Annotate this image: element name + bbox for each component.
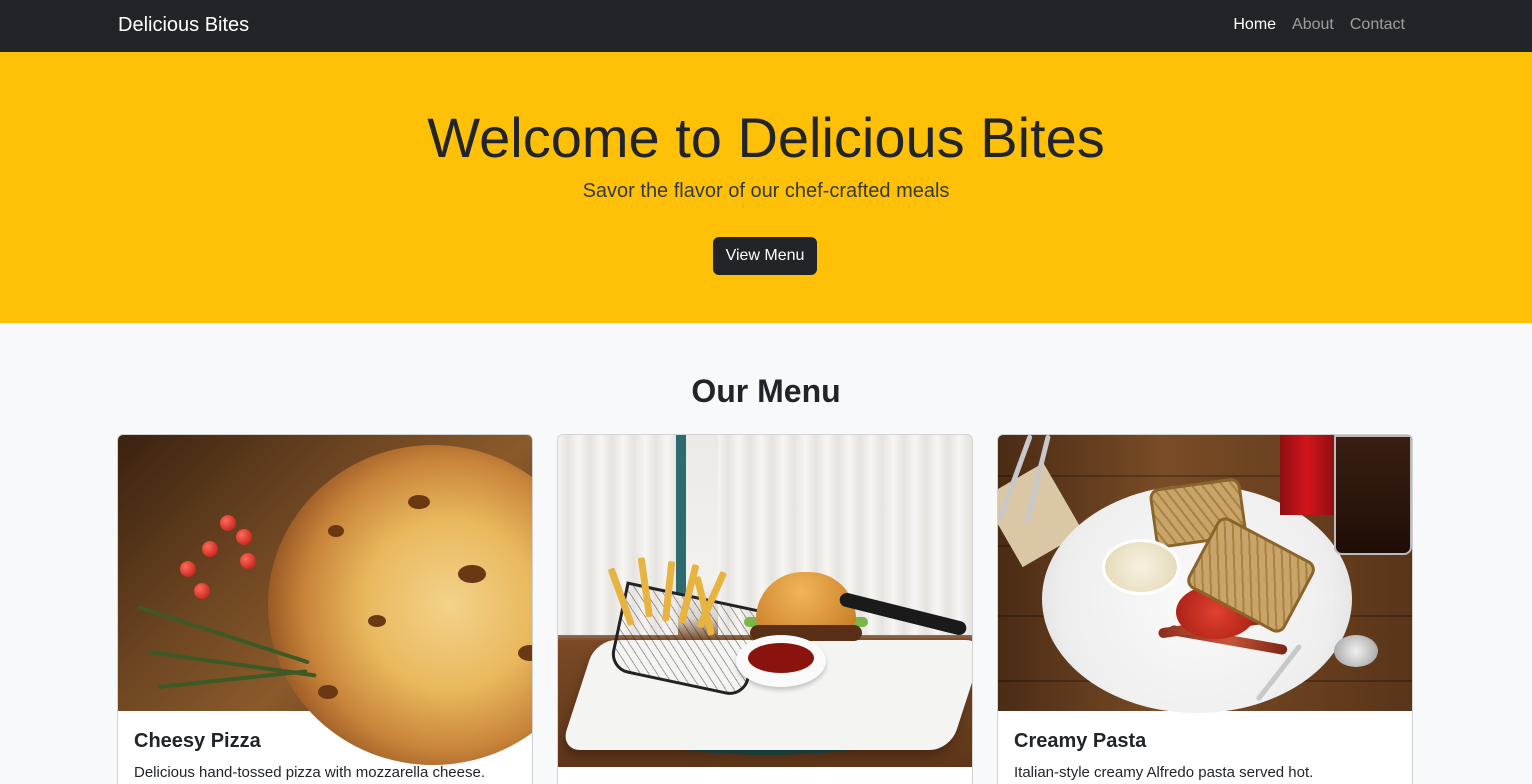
card-body: Cheesy Pizza Delicious hand-tossed pizza… [118, 711, 532, 783]
spoon-icon [1334, 635, 1378, 667]
pizza-photo [118, 435, 532, 765]
nav-link-about[interactable]: About [1292, 15, 1334, 35]
view-menu-button[interactable]: View Menu [713, 237, 817, 275]
coleslaw-bowl [1102, 539, 1180, 595]
cherry-tomato [194, 583, 210, 599]
menu-card-pasta: Creamy Pasta Italian-style creamy Alfred… [997, 434, 1413, 784]
cherry-tomato [202, 541, 218, 557]
menu-card-pizza: Cheesy Pizza Delicious hand-tossed pizza… [117, 434, 533, 784]
pizza-char-spot [458, 565, 486, 583]
nav-link-contact[interactable]: Contact [1350, 15, 1405, 35]
brand-link[interactable]: Delicious Bites [118, 13, 249, 37]
nav-link-home[interactable]: Home [1233, 15, 1276, 35]
window-frame [676, 435, 686, 595]
sandwich-photo [998, 435, 1412, 713]
navbar: Delicious Bites Home About Contact [0, 0, 1532, 52]
pizza-char-spot [408, 495, 430, 509]
card-title: Creamy Pasta [1014, 730, 1147, 752]
hero-subtitle: Savor the flavor of our chef-crafted mea… [582, 180, 950, 202]
hero-title: Welcome to Delicious Bites [427, 106, 1105, 169]
cola-can [1280, 435, 1334, 515]
menu-section-title: Our Menu [691, 373, 841, 409]
pizza-char-spot [328, 525, 344, 537]
burger-photo [558, 435, 972, 767]
hero-banner: Welcome to Delicious Bites Savor the fla… [0, 52, 1532, 323]
card-text: Delicious hand-tossed pizza with mozzare… [134, 764, 486, 781]
rosemary-sprig [157, 669, 308, 689]
card-body [558, 767, 972, 784]
pizza-char-spot [318, 685, 338, 699]
card-title: Cheesy Pizza [134, 730, 261, 752]
cherry-tomato [220, 515, 236, 531]
pizza-char-spot [368, 615, 386, 627]
menu-card-burger [557, 434, 973, 784]
card-text: Italian-style creamy Alfredo pasta serve… [1014, 764, 1314, 781]
nav-links: Home About Contact [1233, 15, 1405, 35]
ketchup [748, 643, 814, 673]
cherry-tomato [236, 529, 252, 545]
cola-glass [1334, 435, 1412, 555]
cherry-tomato [180, 561, 196, 577]
cherry-tomato [240, 553, 256, 569]
card-body: Creamy Pasta Italian-style creamy Alfred… [998, 711, 1412, 783]
